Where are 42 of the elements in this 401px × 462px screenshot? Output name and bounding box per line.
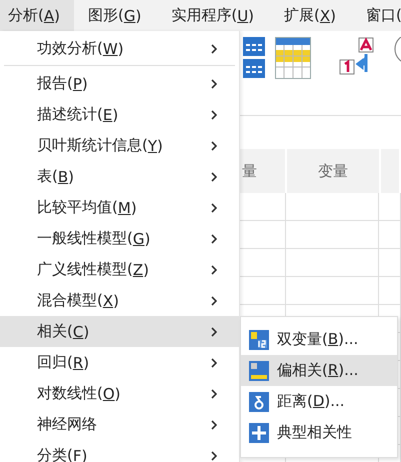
menu-item[interactable]: 回归(R) [0, 347, 239, 378]
menu-item[interactable]: 混合模型(X) [0, 285, 239, 316]
table-icon[interactable] [243, 37, 265, 79]
chevron-right-icon [211, 44, 217, 54]
menu-bar-item[interactable]: 扩展(X) [276, 0, 344, 31]
menu-item[interactable]: 对数线性(O) [0, 378, 239, 409]
chevron-right-icon [211, 234, 217, 244]
menu-item[interactable]: 功效分析(W) [0, 33, 239, 64]
chevron-right-icon [211, 451, 217, 461]
menu-item[interactable]: 一般线性模型(G) [0, 223, 239, 254]
menu-item[interactable]: 神经网络 [0, 409, 239, 440]
plus-icon [249, 422, 269, 442]
menu-item[interactable]: 描述统计(E) [0, 99, 239, 130]
delta-icon [249, 392, 269, 412]
menu-item[interactable]: 贝叶斯统计信息(Y) [0, 130, 239, 161]
menu-item[interactable]: 比较平均值(M) [0, 192, 239, 223]
chevron-right-icon [211, 172, 217, 182]
chevron-right-icon [211, 265, 217, 275]
menu-item[interactable]: 典型相关性 [241, 417, 397, 448]
menu-item[interactable]: 偏相关(R)... [241, 355, 397, 386]
menu-bar-item[interactable]: 窗口( [358, 0, 401, 31]
menu-bar-item[interactable]: 图形(G) [80, 0, 150, 31]
chevron-right-icon [211, 79, 217, 89]
menu-item[interactable]: 广义线性模型(Z) [0, 254, 239, 285]
menu-item[interactable]: 双变量(B)... [241, 324, 397, 355]
column-header: 变量 [287, 149, 381, 193]
menu-bar-item[interactable]: 实用程序(U) [163, 0, 262, 31]
r12-icon [249, 330, 269, 350]
menu-item[interactable]: 相关(C) [0, 316, 239, 347]
chevron-right-icon [211, 203, 217, 213]
chevron-right-icon [211, 296, 217, 306]
chevron-right-icon [211, 420, 217, 430]
chevron-right-icon [211, 327, 217, 337]
chevron-right-icon [211, 358, 217, 368]
menu-item[interactable]: 报告(P) [0, 68, 239, 99]
chevron-right-icon [211, 141, 217, 151]
chevron-right-icon [211, 110, 217, 120]
menu-bar-item[interactable]: 分析(A) [0, 0, 74, 31]
spreadsheet-icon[interactable] [275, 37, 311, 79]
chevron-right-icon [211, 389, 217, 399]
menu-item[interactable]: 表(B) [0, 161, 239, 192]
menu-item[interactable]: 距离(D)... [241, 386, 397, 417]
